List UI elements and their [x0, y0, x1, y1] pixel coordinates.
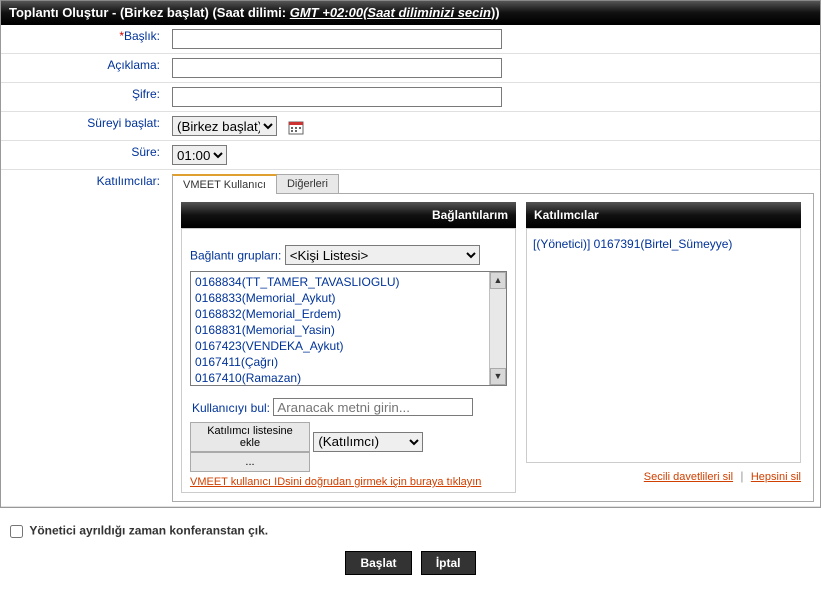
scroll-down-icon[interactable]: ▼: [490, 368, 506, 385]
direct-id-link[interactable]: VMEET kullanıcı IDsini doğrudan girmek i…: [190, 476, 481, 488]
tab-vmeet-users[interactable]: VMEET Kullanıcı: [172, 174, 277, 194]
calendar-icon[interactable]: [288, 119, 304, 135]
label-groups: Bağlantı grupları:: [190, 249, 281, 263]
separator: |: [736, 469, 747, 483]
list-item[interactable]: 0167410(Ramazan): [195, 370, 502, 386]
delete-all-link[interactable]: Hepsini sil: [751, 471, 801, 483]
list-item[interactable]: 0167423(VENDEKA_Aykut): [195, 338, 502, 354]
find-user-input[interactable]: [273, 398, 473, 416]
title-input[interactable]: [172, 29, 502, 49]
list-item[interactable]: 0168833(Memorial_Aykut): [195, 290, 502, 306]
contacts-listbox[interactable]: 0168834(TT_TAMER_TAVASLIOGLU) 0168833(Me…: [190, 271, 507, 386]
list-item[interactable]: 0168832(Memorial_Erdem): [195, 306, 502, 322]
label-description: Açıklama:: [107, 58, 160, 72]
exit-on-host-leave-label[interactable]: Yönetici ayrıldığı zaman konferanstan çı…: [29, 524, 268, 538]
label-title: Başlık:: [124, 29, 160, 43]
start-select[interactable]: (Birkez başlat): [172, 116, 277, 136]
titlebar: Toplantı Oluştur - (Birkez başlat) (Saat…: [1, 0, 820, 25]
more-button[interactable]: ...: [190, 452, 310, 472]
list-item[interactable]: 0168834(TT_TAMER_TAVASLIOGLU): [195, 274, 502, 290]
list-item[interactable]: 0168831(Memorial_Yasin): [195, 322, 502, 338]
participants-panel-title: Katılımcılar: [526, 202, 801, 228]
connections-panel-title: Bağlantılarım: [181, 202, 516, 228]
timezone-label[interactable]: GMT +02:00(Saat diliminizi secin: [290, 5, 491, 20]
start-button[interactable]: Başlat: [345, 551, 411, 575]
delete-selected-link[interactable]: Secili davetlileri sil: [644, 471, 733, 483]
label-find-user: Kullanıcıyı bul:: [190, 401, 270, 415]
role-select[interactable]: (Katılımcı): [313, 432, 423, 452]
tab-others[interactable]: Diğerleri: [276, 174, 339, 194]
duration-select[interactable]: 01:00: [172, 145, 227, 165]
add-to-participants-button[interactable]: Katılımcı listesine ekle: [190, 422, 310, 452]
description-input[interactable]: [172, 58, 502, 78]
label-start: Süreyi başlat:: [87, 116, 160, 130]
list-item[interactable]: 0167411(Çağrı): [195, 354, 502, 370]
scroll-up-icon[interactable]: ▲: [490, 272, 506, 289]
label-duration: Süre:: [131, 145, 160, 159]
participant-item[interactable]: [(Yönetici)] 0167391(Birtel_Sümeyye): [533, 235, 794, 253]
listbox-scrollbar[interactable]: ▲ ▼: [489, 272, 506, 385]
cancel-button[interactable]: İptal: [421, 551, 476, 575]
title-prefix: Toplantı Oluştur - (Birkez başlat) (Saat…: [9, 5, 290, 20]
group-select[interactable]: <Kişi Listesi>: [285, 245, 480, 265]
title-suffix: )): [491, 5, 500, 20]
label-password: Şifre:: [132, 87, 160, 101]
label-participants: Katılımcılar:: [97, 174, 160, 188]
password-input[interactable]: [172, 87, 502, 107]
exit-on-host-leave-checkbox[interactable]: [10, 525, 23, 538]
